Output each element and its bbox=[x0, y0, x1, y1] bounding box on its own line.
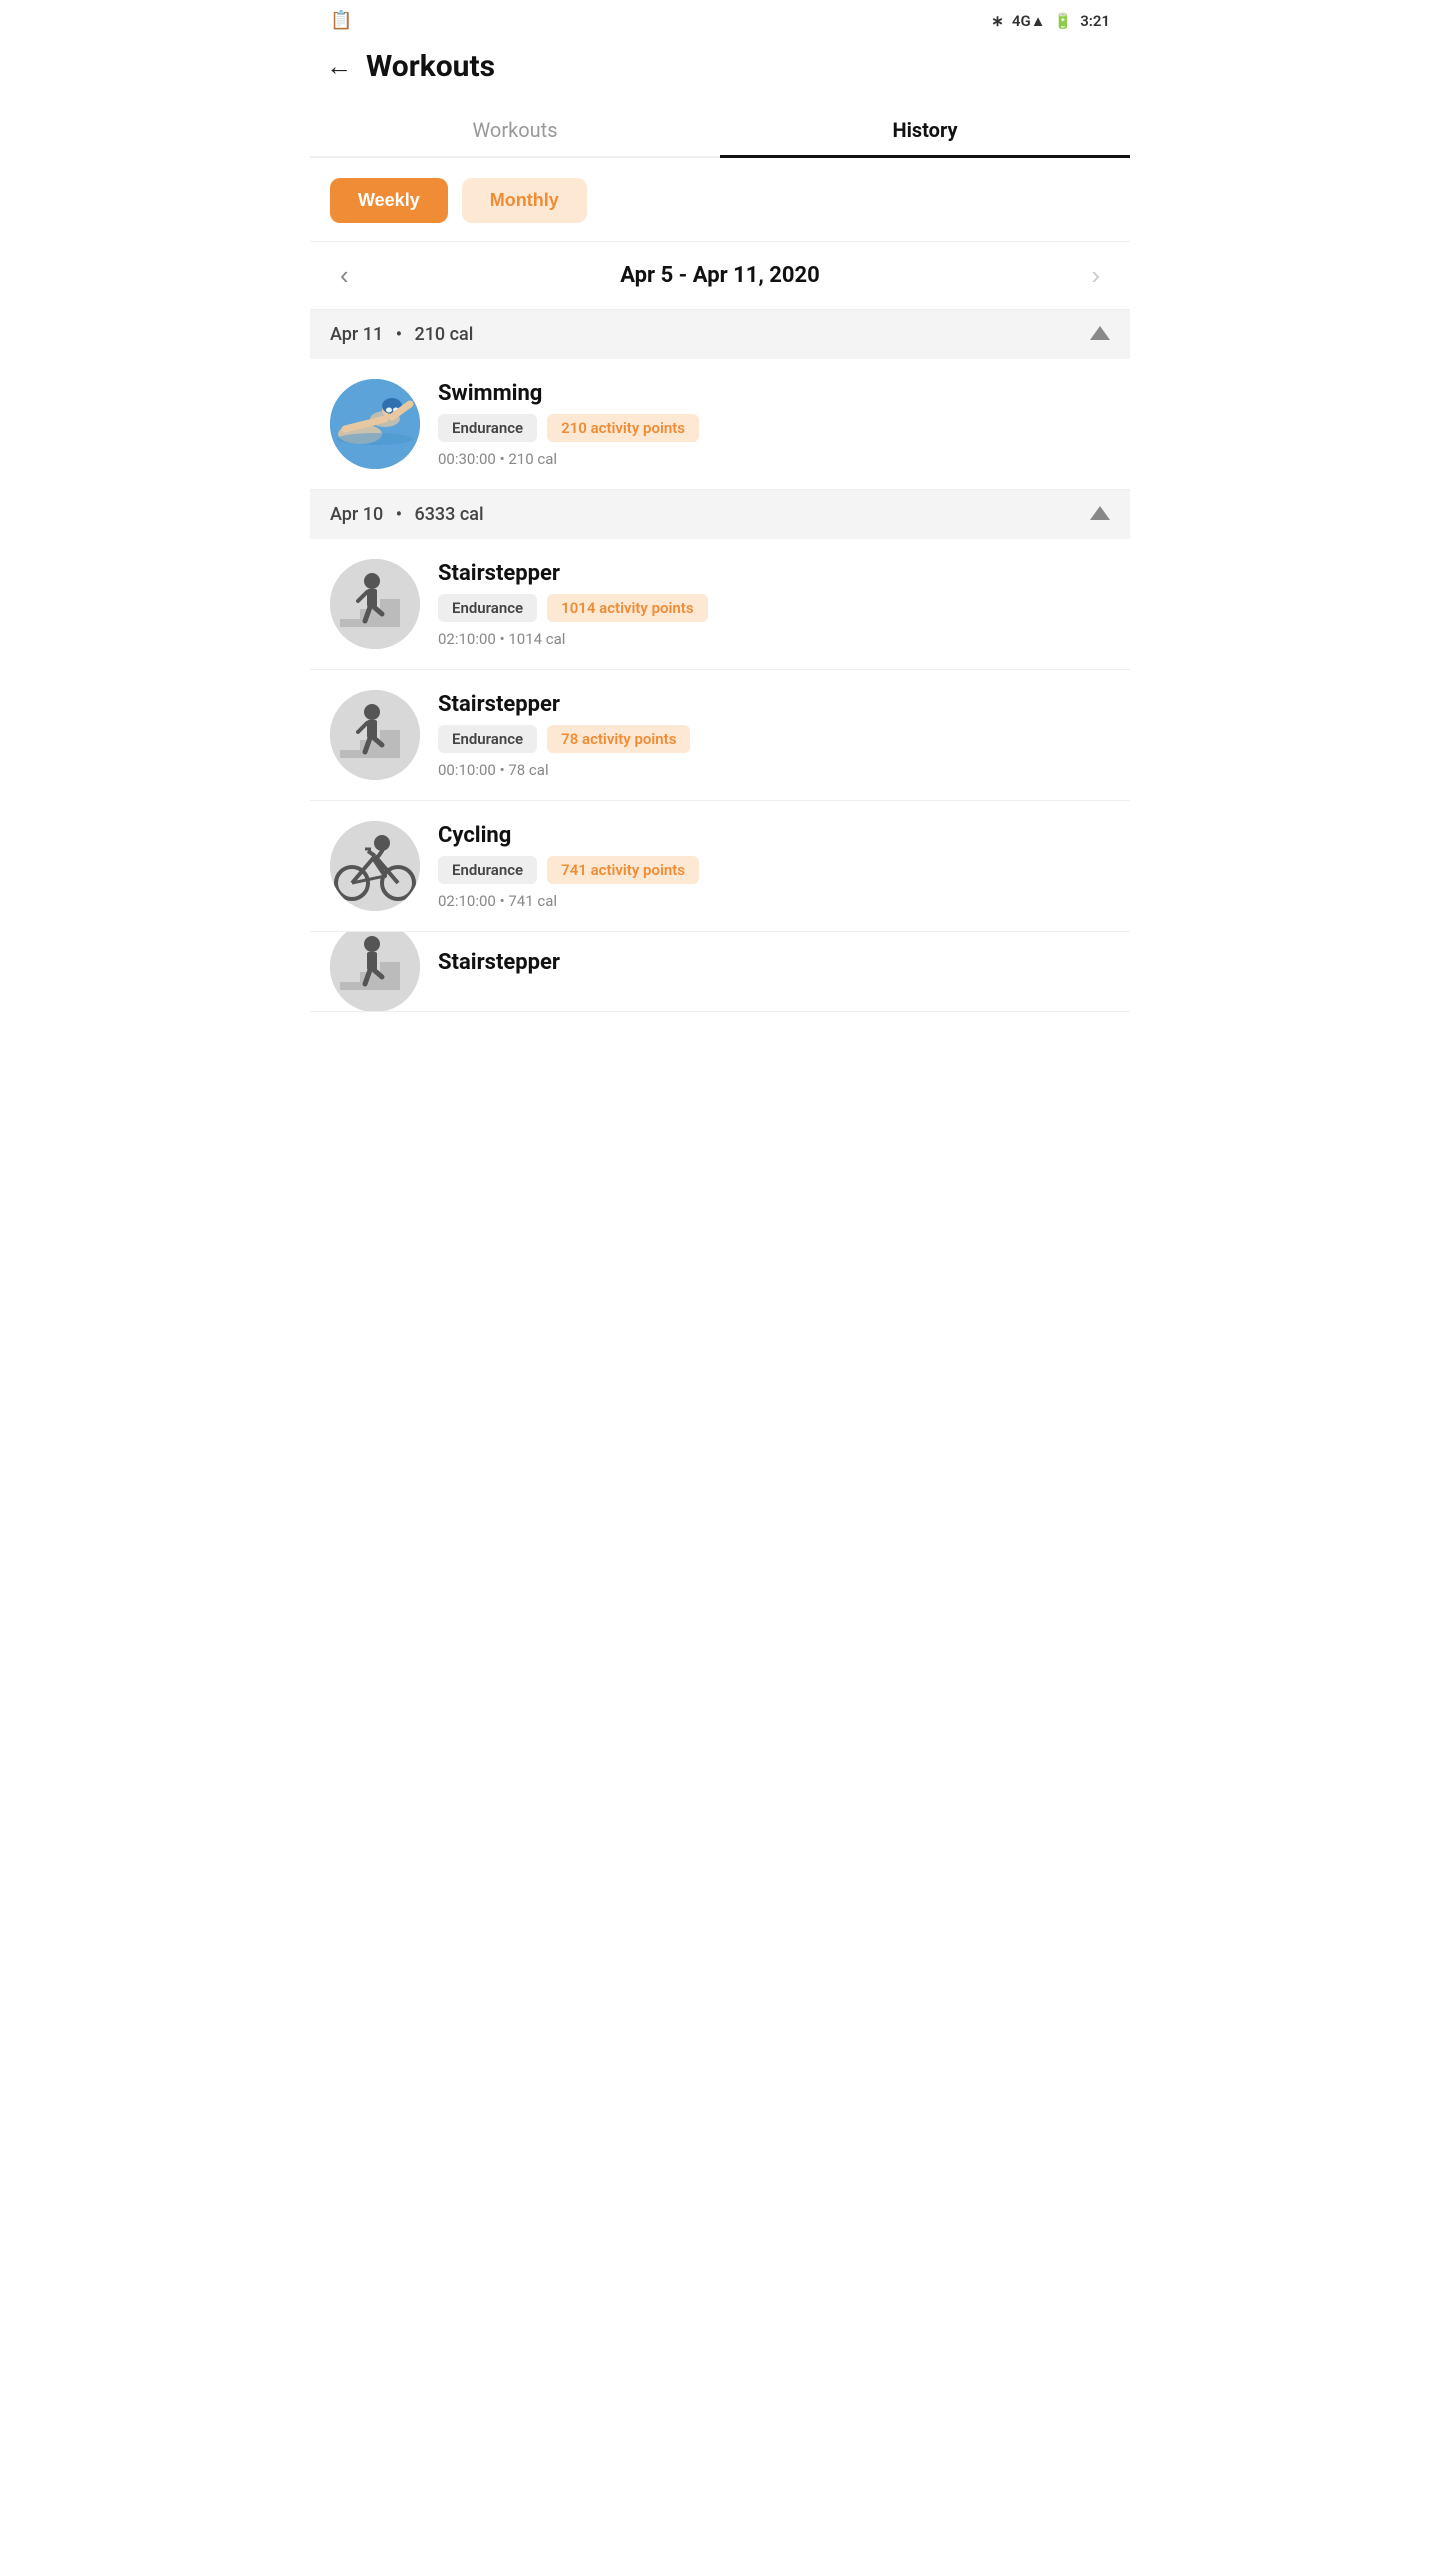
workout-avatar-stairstepper3 bbox=[330, 932, 420, 1012]
date-navigator: ‹ Apr 5 - Apr 11, 2020 › bbox=[310, 241, 1130, 310]
weekly-filter-button[interactable]: Weekly bbox=[330, 178, 448, 223]
swim-avatar-illustration bbox=[330, 379, 420, 469]
workout-avatar-stairstepper1 bbox=[330, 559, 420, 649]
collapse-apr11-button[interactable] bbox=[1090, 326, 1110, 343]
tag-points-cycling: 741 activity points bbox=[547, 856, 699, 884]
workout-avatar-stairstepper2 bbox=[330, 690, 420, 780]
day-section-apr10[interactable]: Apr 10 • 6333 cal bbox=[310, 490, 1130, 539]
tab-workouts[interactable]: Workouts bbox=[310, 100, 720, 156]
workout-meta-stairstepper2: 00:10:00 • 78 cal bbox=[438, 761, 1110, 779]
status-icon: 📋 bbox=[330, 10, 352, 31]
workout-avatar-swimming bbox=[330, 379, 420, 469]
workout-tags-stairstepper1: Endurance 1014 activity points bbox=[438, 594, 1110, 622]
monthly-filter-button[interactable]: Monthly bbox=[462, 178, 587, 223]
workout-name-stairstepper2: Stairstepper bbox=[438, 692, 1110, 717]
workout-item-cycling: Cycling Endurance 741 activity points 02… bbox=[310, 801, 1130, 932]
caret-up-icon bbox=[1090, 326, 1110, 340]
day-label-apr11: Apr 11 • 210 cal bbox=[330, 324, 473, 345]
status-bar: 📋 ∗ 4G▲ 🔋 3:21 bbox=[310, 0, 1130, 37]
workout-item-stairstepper2: Stairstepper Endurance 78 activity point… bbox=[310, 670, 1130, 801]
stair-avatar-illustration-1 bbox=[330, 559, 420, 649]
tag-points-stairstepper2: 78 activity points bbox=[547, 725, 690, 753]
workout-info-cycling: Cycling Endurance 741 activity points 02… bbox=[438, 823, 1110, 910]
workout-name-stairstepper3: Stairstepper bbox=[438, 950, 1110, 975]
date-range-label: Apr 5 - Apr 11, 2020 bbox=[620, 263, 820, 288]
workout-info-swimming: Swimming Endurance 210 activity points 0… bbox=[438, 381, 1110, 468]
tag-points-stairstepper1: 1014 activity points bbox=[547, 594, 707, 622]
network-indicator: 4G▲ bbox=[1012, 12, 1046, 30]
workout-item-swimming: Swimming Endurance 210 activity points 0… bbox=[310, 359, 1130, 490]
cycle-avatar-illustration bbox=[330, 821, 420, 911]
tag-endurance: Endurance bbox=[438, 414, 537, 442]
workout-avatar-cycling bbox=[330, 821, 420, 911]
bluetooth-icon: ∗ bbox=[991, 12, 1004, 30]
collapse-apr10-button[interactable] bbox=[1090, 506, 1110, 523]
tab-bar: Workouts History bbox=[310, 100, 1130, 158]
prev-date-button[interactable]: ‹ bbox=[330, 256, 359, 295]
day-section-apr11[interactable]: Apr 11 • 210 cal bbox=[310, 310, 1130, 359]
tag-endurance-3: Endurance bbox=[438, 856, 537, 884]
workout-tags-stairstepper2: Endurance 78 activity points bbox=[438, 725, 1110, 753]
clock: 3:21 bbox=[1080, 12, 1110, 30]
workout-item-stairstepper1: Stairstepper Endurance 1014 activity poi… bbox=[310, 539, 1130, 670]
workout-info-stairstepper2: Stairstepper Endurance 78 activity point… bbox=[438, 692, 1110, 779]
stair-avatar-illustration-3 bbox=[330, 932, 420, 1012]
back-button[interactable]: ← bbox=[326, 54, 352, 80]
filter-bar: Weekly Monthly bbox=[310, 158, 1130, 241]
workout-name-stairstepper1: Stairstepper bbox=[438, 561, 1110, 586]
workout-meta-cycling: 02:10:00 • 741 cal bbox=[438, 892, 1110, 910]
tab-history[interactable]: History bbox=[720, 100, 1130, 156]
status-indicators: ∗ 4G▲ 🔋 3:21 bbox=[991, 12, 1110, 30]
workout-meta-swimming: 00:30:00 • 210 cal bbox=[438, 450, 1110, 468]
workout-info-stairstepper1: Stairstepper Endurance 1014 activity poi… bbox=[438, 561, 1110, 648]
workout-meta-stairstepper1: 02:10:00 • 1014 cal bbox=[438, 630, 1110, 648]
page-header: ← Workouts bbox=[310, 37, 1130, 100]
workout-name-swimming: Swimming bbox=[438, 381, 1110, 406]
caret-up-icon-2 bbox=[1090, 506, 1110, 520]
tag-endurance-2: Endurance bbox=[438, 725, 537, 753]
page-title: Workouts bbox=[366, 49, 495, 84]
next-date-button[interactable]: › bbox=[1081, 256, 1110, 295]
stair-avatar-illustration-2 bbox=[330, 690, 420, 780]
tag-points-swimming: 210 activity points bbox=[547, 414, 699, 442]
workout-item-stairstepper3: Stairstepper bbox=[310, 932, 1130, 1012]
tag-endurance-1: Endurance bbox=[438, 594, 537, 622]
workout-name-cycling: Cycling bbox=[438, 823, 1110, 848]
battery-icon: 🔋 bbox=[1054, 12, 1073, 30]
workout-tags-swimming: Endurance 210 activity points bbox=[438, 414, 1110, 442]
workout-info-stairstepper3: Stairstepper bbox=[438, 950, 1110, 983]
day-label-apr10: Apr 10 • 6333 cal bbox=[330, 504, 484, 525]
workout-tags-cycling: Endurance 741 activity points bbox=[438, 856, 1110, 884]
